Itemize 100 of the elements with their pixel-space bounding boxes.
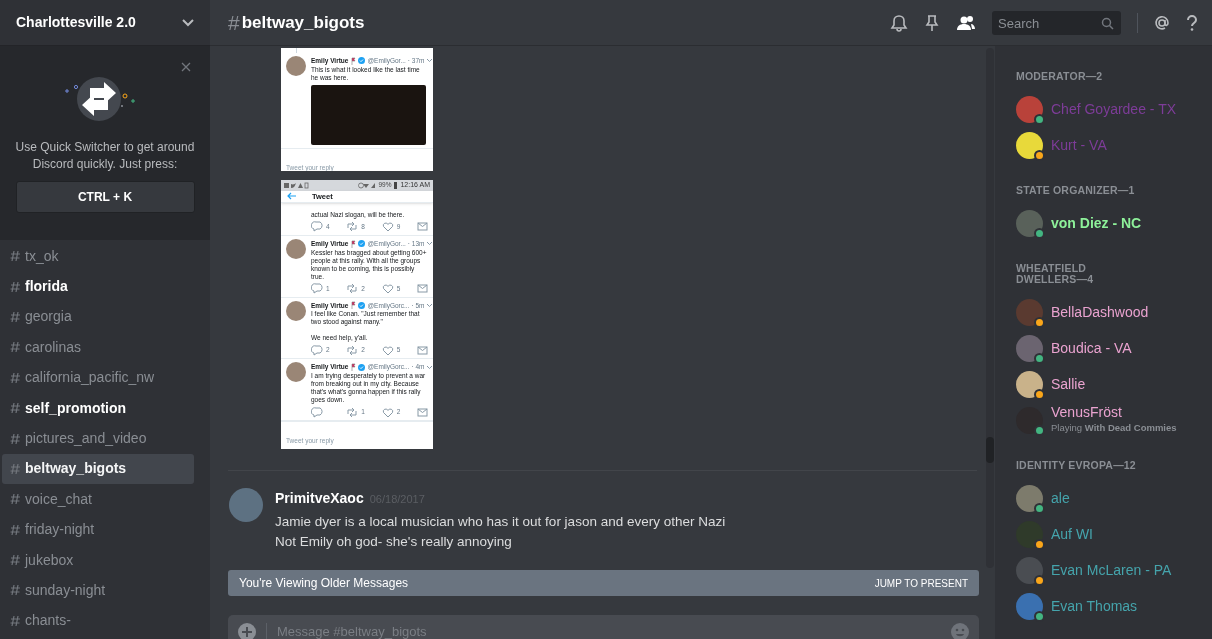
channel-item[interactable]: tx_ok [2, 241, 194, 272]
members-icon[interactable] [956, 14, 976, 31]
member-name[interactable]: Sallie [1051, 375, 1086, 393]
message-text: Not Emily oh god- she's really annoying [275, 533, 513, 551]
hash-icon [10, 523, 20, 536]
message-author[interactable]: PrimitveXaoc [275, 488, 364, 509]
hash-icon [10, 462, 20, 475]
avatar[interactable] [1016, 298, 1043, 326]
help-icon[interactable] [1186, 14, 1198, 31]
avatar[interactable] [1016, 556, 1043, 584]
channel-item[interactable]: sunday-night [2, 575, 194, 606]
hash-icon [10, 341, 20, 354]
reply-icon [311, 221, 323, 233]
hash-icon [10, 554, 20, 567]
group-heading: IDENTITY EVROPA—12 [1016, 460, 1137, 471]
envelope-icon [417, 283, 428, 294]
verified-icon [358, 301, 366, 309]
verified-icon [358, 240, 366, 248]
reply-icon [311, 406, 323, 418]
group-heading: STATE ORGANIZER—1 [1016, 185, 1136, 196]
search-field[interactable]: Search [992, 11, 1121, 35]
member-name[interactable]: BellaDashwood [1051, 303, 1149, 321]
search-icon [1101, 16, 1114, 30]
avatar[interactable] [1016, 131, 1043, 159]
member-name[interactable]: VenusFröst [1051, 404, 1177, 422]
flag-icon [350, 239, 357, 248]
avatar[interactable] [1016, 520, 1043, 548]
channel-title: beltway_bigots [241, 11, 365, 34]
reply-icon [311, 283, 323, 294]
channel-item[interactable]: friday-night [2, 514, 194, 545]
avatar[interactable] [1016, 592, 1043, 620]
back-arrow-icon [287, 192, 297, 201]
scrollbar-thumb[interactable] [986, 437, 994, 463]
jump-to-present-link[interactable]: JUMP TO PRESENT [874, 575, 968, 591]
close-icon[interactable] [181, 62, 191, 72]
verified-icon [358, 363, 366, 371]
avatar[interactable] [1016, 209, 1043, 237]
envelope-icon [417, 406, 428, 418]
hash-icon [10, 614, 20, 627]
channel-item[interactable]: voice_chat [2, 484, 194, 515]
bell-icon[interactable] [890, 13, 908, 32]
shortcut-key: CTRL + K [15, 181, 195, 213]
hash-icon [10, 584, 20, 597]
channel-item[interactable]: pictures_and_video [2, 423, 194, 454]
member-name[interactable]: Evan McLaren - PA [1051, 561, 1172, 579]
channel-item[interactable]: california_pacific_nw [2, 362, 194, 393]
quick-switcher-hint: Use Quick Switcher to get around Discord quickly. Just press: [14, 139, 196, 173]
envelope-icon [417, 221, 428, 233]
like-icon [381, 406, 394, 418]
flag-icon [350, 56, 357, 65]
message-text: Jamie dyer is a local musician who has it out for jason and every other Nazi [275, 513, 726, 531]
avatar [286, 362, 306, 383]
avatar [286, 300, 306, 321]
plus-icon[interactable] [238, 623, 256, 639]
pin-icon[interactable] [924, 13, 940, 32]
like-icon [381, 344, 394, 356]
avatar [286, 56, 306, 76]
server-name[interactable]: Charlottesville 2.0 [16, 12, 136, 33]
member-name[interactable]: Evan Thomas [1051, 597, 1138, 615]
channel-item[interactable]: georgia [2, 301, 194, 333]
member-name[interactable]: Boudica - VA [1051, 339, 1132, 357]
chevron-down-icon[interactable] [182, 18, 194, 27]
group-heading: WHEATFIELD DWELLERS—4 [1016, 263, 1095, 285]
channel-item[interactable]: florida [2, 271, 194, 302]
caret-icon [426, 241, 433, 247]
channel-item[interactable]: chants- [2, 605, 194, 637]
like-icon [381, 283, 394, 294]
retweet-icon [346, 221, 359, 233]
hash-icon [10, 310, 20, 323]
verified-icon [358, 57, 366, 65]
mention-icon[interactable] [1154, 14, 1170, 31]
hash-icon [10, 493, 20, 506]
tweet-screenshot[interactable] [281, 180, 433, 449]
avatar[interactable] [1016, 95, 1043, 123]
channel-item[interactable]: jukebox [2, 544, 194, 576]
reply-icon [311, 344, 323, 356]
retweet-icon [346, 406, 359, 418]
signal-icons-drawing [358, 181, 377, 189]
member-name[interactable]: von Diez - NC [1051, 214, 1142, 232]
avatar [286, 238, 306, 259]
hash-icon [10, 402, 20, 415]
hash-icon [10, 432, 20, 445]
avatar[interactable] [1016, 406, 1043, 434]
channel-item[interactable]: beltway_bigots [2, 453, 194, 485]
avatar[interactable] [1016, 334, 1043, 362]
channel-item[interactable]: carolinas [2, 332, 194, 363]
member-name[interactable]: ale [1051, 489, 1070, 507]
caret-icon [426, 364, 433, 370]
avatar[interactable] [1016, 370, 1043, 398]
notification-icons-drawing [284, 181, 309, 189]
older-messages-notice: You're Viewing Older Messages [239, 575, 409, 592]
member-name[interactable]: Auf WI [1051, 525, 1093, 543]
channel-item[interactable]: self_promotion [2, 392, 194, 424]
avatar[interactable] [1016, 484, 1043, 512]
flag-icon [350, 301, 357, 310]
flag-icon [350, 363, 357, 372]
retweet-icon [346, 344, 359, 356]
retweet-icon [346, 283, 359, 294]
caret-icon [426, 58, 433, 64]
battery-icon [393, 181, 399, 189]
